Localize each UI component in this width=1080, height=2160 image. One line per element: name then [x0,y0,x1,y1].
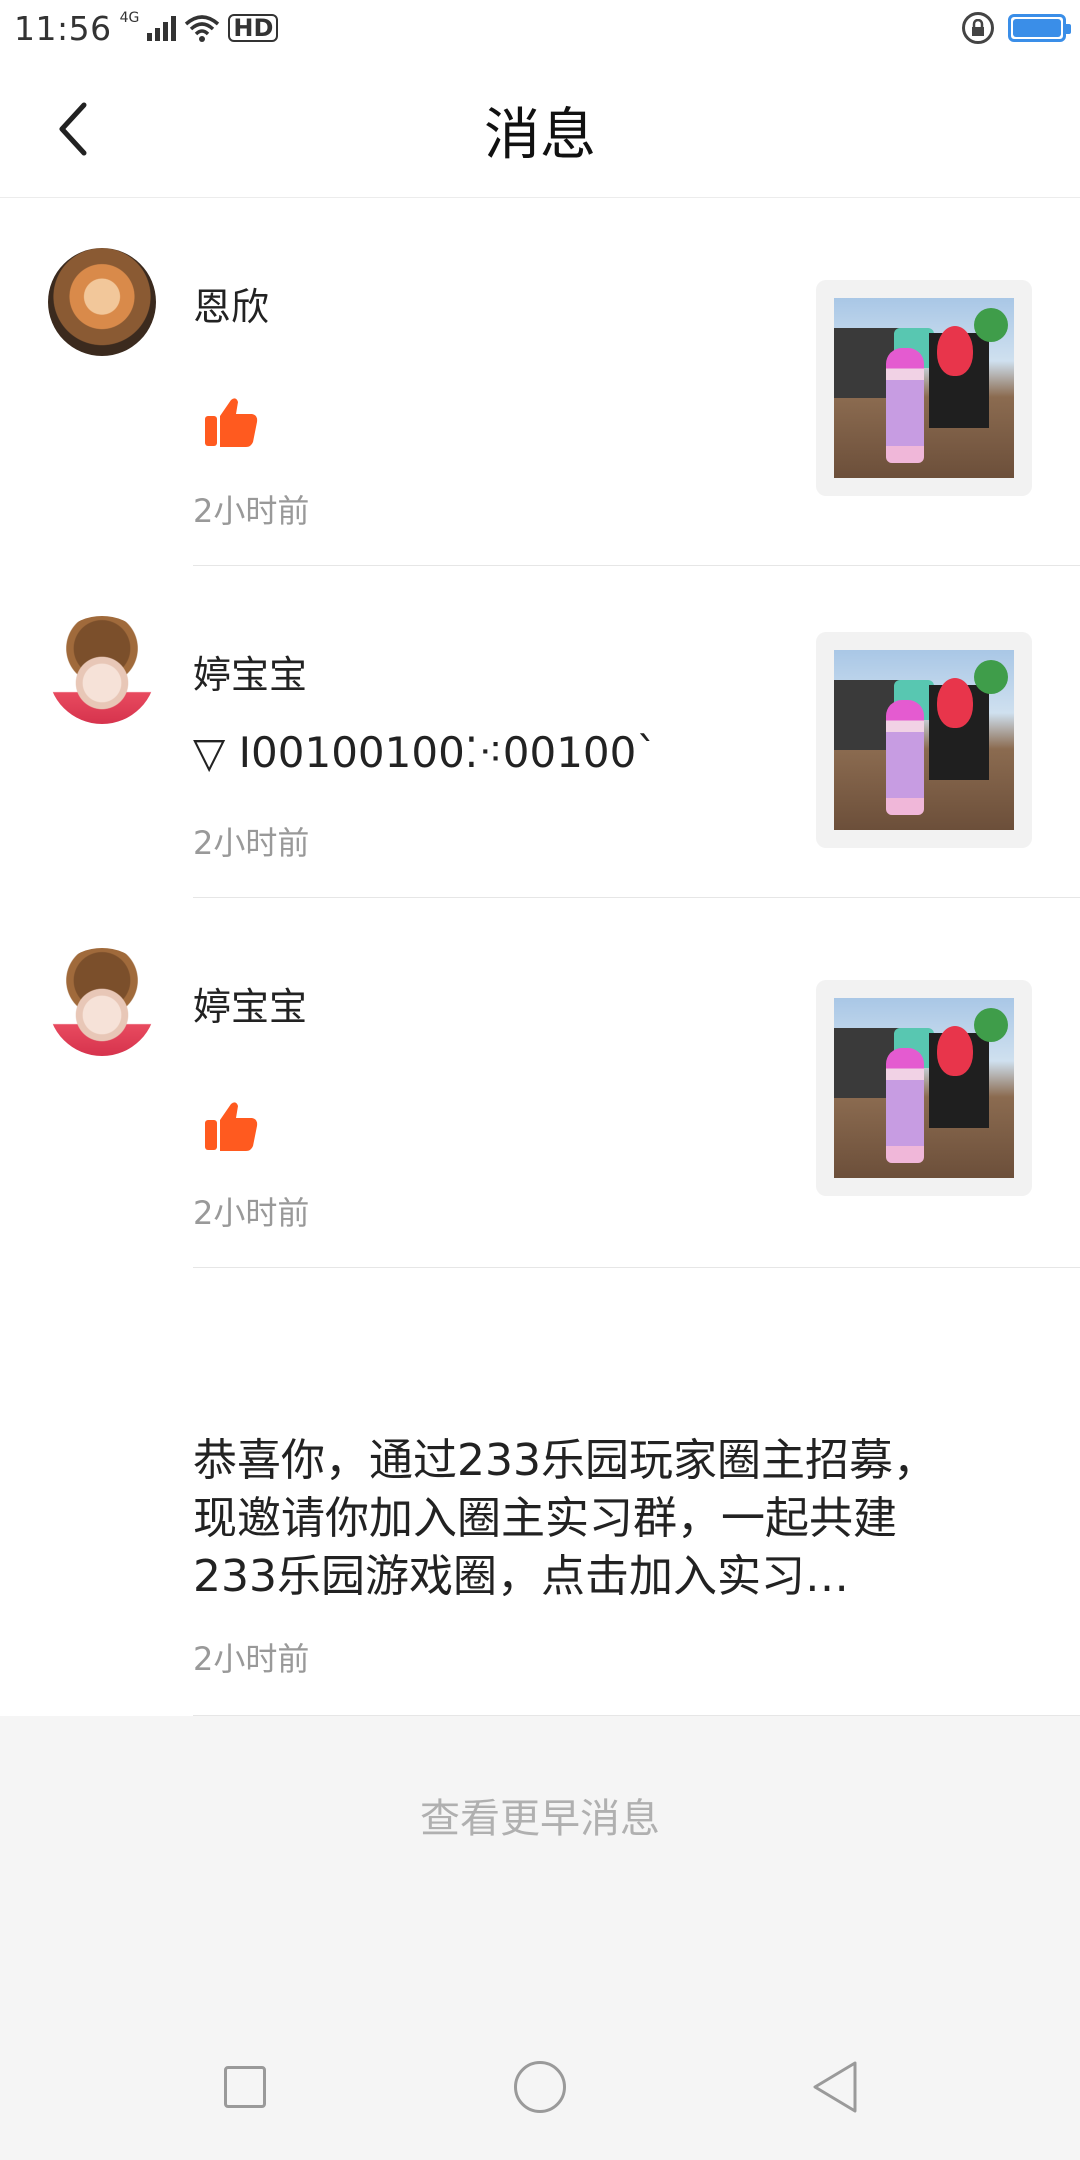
nav-home-icon [514,2061,566,2113]
nav-recent-icon [224,2066,266,2108]
signal-icon [147,15,177,41]
post-thumbnail[interactable] [816,980,1032,1196]
message-time: 2小时前 [193,1194,310,1232]
game-screenshot-thumbnail [834,650,1014,830]
status-left: 11:56 4G HD [14,8,279,48]
status-bar: 11:56 4G HD [0,0,1080,56]
thumbs-up-icon [205,1102,258,1151]
avatar[interactable] [48,948,156,1056]
message-item[interactable]: 婷宝宝 ▽ I00100100⁚⁖00100` 2小时前 [0,566,1080,898]
message-time: 2小时前 [193,1640,310,1678]
game-screenshot-thumbnail [834,298,1014,478]
avatar[interactable] [48,616,156,724]
lock-icon [962,12,994,44]
top-bar: 消息 [0,56,1080,198]
system-navigation-bar [0,2030,1080,2160]
system-message-text: 恭喜你，通过233乐园玩家圈主招募，现邀请你加入圈主实习群，一起共建233乐园游… [193,1435,937,1602]
nickname[interactable]: 婷宝宝 [193,644,307,699]
message-time: 2小时前 [193,824,310,862]
status-right [962,12,1071,44]
hd-badge: HD [228,14,279,42]
message-time: 2小时前 [193,492,310,530]
view-earlier-messages-button[interactable]: 查看更早消息 [0,1786,1080,1844]
message-item[interactable]: 婷宝宝 2小时前 [0,898,1080,1268]
battery-icon [1008,14,1071,42]
nav-back-icon [813,2061,857,2113]
game-screenshot-thumbnail [834,998,1014,1178]
message-item[interactable]: 恩欣 2小时前 [0,198,1080,566]
post-thumbnail[interactable] [816,632,1032,848]
comment-text: ▽ I00100100⁚⁖00100` [193,728,658,777]
page-title: 消息 [484,103,596,168]
network-type-label: 4G [119,10,140,26]
avatar[interactable] [48,248,156,356]
nickname[interactable]: 恩欣 [193,276,269,331]
messages-page: 11:56 4G HD 消息 恩欣 2小时前 婷宝宝 ▽ I00100100⁚⁖… [0,0,1080,2160]
thumbs-up-icon [205,398,258,447]
post-thumbnail[interactable] [816,280,1032,496]
system-message-item[interactable]: 恭喜你，通过233乐园玩家圈主招募，现邀请你加入圈主实习群，一起共建233乐园游… [0,1268,1080,1716]
wifi-icon [185,15,220,42]
nav-home-button[interactable] [505,2052,575,2122]
nickname[interactable]: 婷宝宝 [193,976,307,1031]
nav-recent-button[interactable] [210,2052,280,2122]
status-time: 11:56 [14,8,112,48]
nav-back-button[interactable] [800,2052,870,2122]
